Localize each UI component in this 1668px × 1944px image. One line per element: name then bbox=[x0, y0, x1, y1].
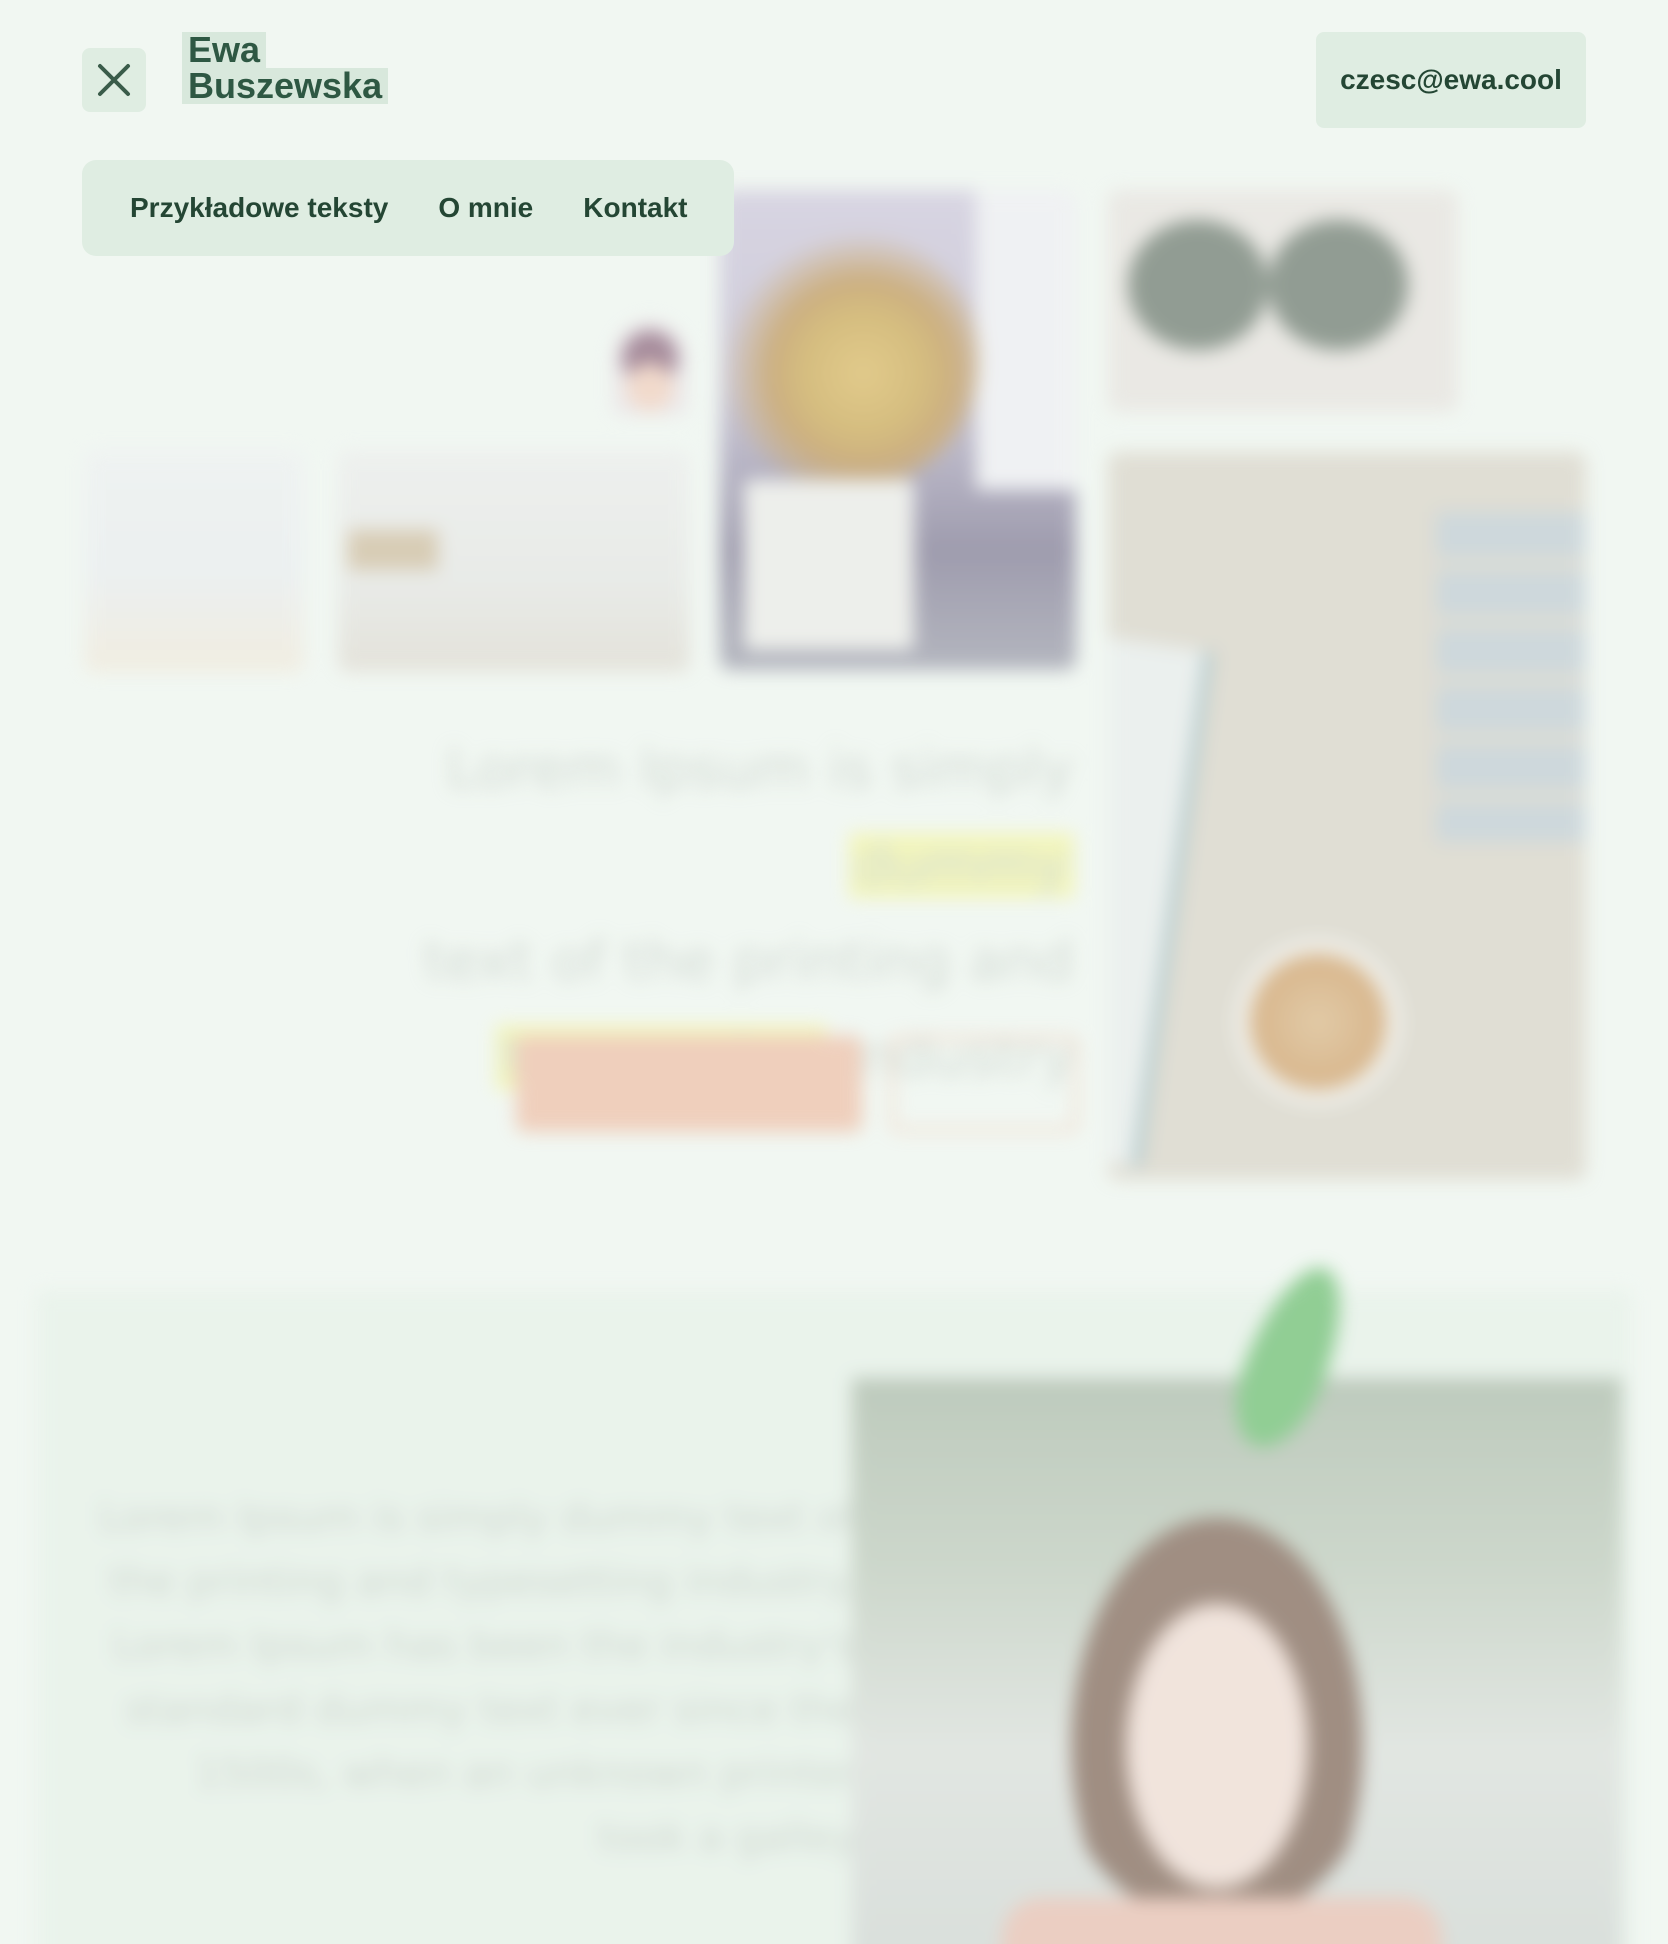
coffee-desk-photo bbox=[1108, 452, 1586, 1180]
bra-photo bbox=[1108, 190, 1458, 412]
close-icon bbox=[98, 64, 130, 96]
nav-item-about[interactable]: O mnie bbox=[438, 192, 533, 224]
small-avatar-image bbox=[612, 320, 688, 416]
leaf-decoration bbox=[1217, 1253, 1363, 1461]
email-contact-button[interactable]: czesc@ewa.cool bbox=[1316, 32, 1586, 128]
plant-photo bbox=[720, 190, 1076, 670]
desk-photo bbox=[338, 450, 690, 672]
cta-secondary-button bbox=[890, 1036, 1078, 1132]
logo-first-name: Ewa bbox=[182, 32, 267, 68]
chart-photo bbox=[84, 450, 304, 672]
blurred-page-background: Lorem Ipsum is simply dummy text of the … bbox=[0, 0, 1668, 1944]
about-section: Lorem Ipsum is simply dummy text of the … bbox=[36, 1290, 1632, 1944]
nav-item-contact[interactable]: Kontakt bbox=[583, 192, 687, 224]
cta-primary-button bbox=[516, 1036, 862, 1132]
nav-item-sample-texts[interactable]: Przykładowe teksty bbox=[130, 192, 388, 224]
logo-last-name: Buszewska bbox=[182, 68, 389, 104]
about-text: Lorem Ipsum is simply dummy text of the … bbox=[99, 1495, 856, 1861]
site-logo[interactable]: Ewa Buszewska bbox=[182, 32, 389, 104]
portrait-photo bbox=[852, 1378, 1622, 1944]
hero-headline: Lorem Ipsum is simply dummy text of the … bbox=[422, 737, 1074, 1090]
main-navigation: Przykładowe teksty O mnie Kontakt bbox=[82, 160, 734, 256]
close-menu-button[interactable] bbox=[82, 48, 146, 112]
